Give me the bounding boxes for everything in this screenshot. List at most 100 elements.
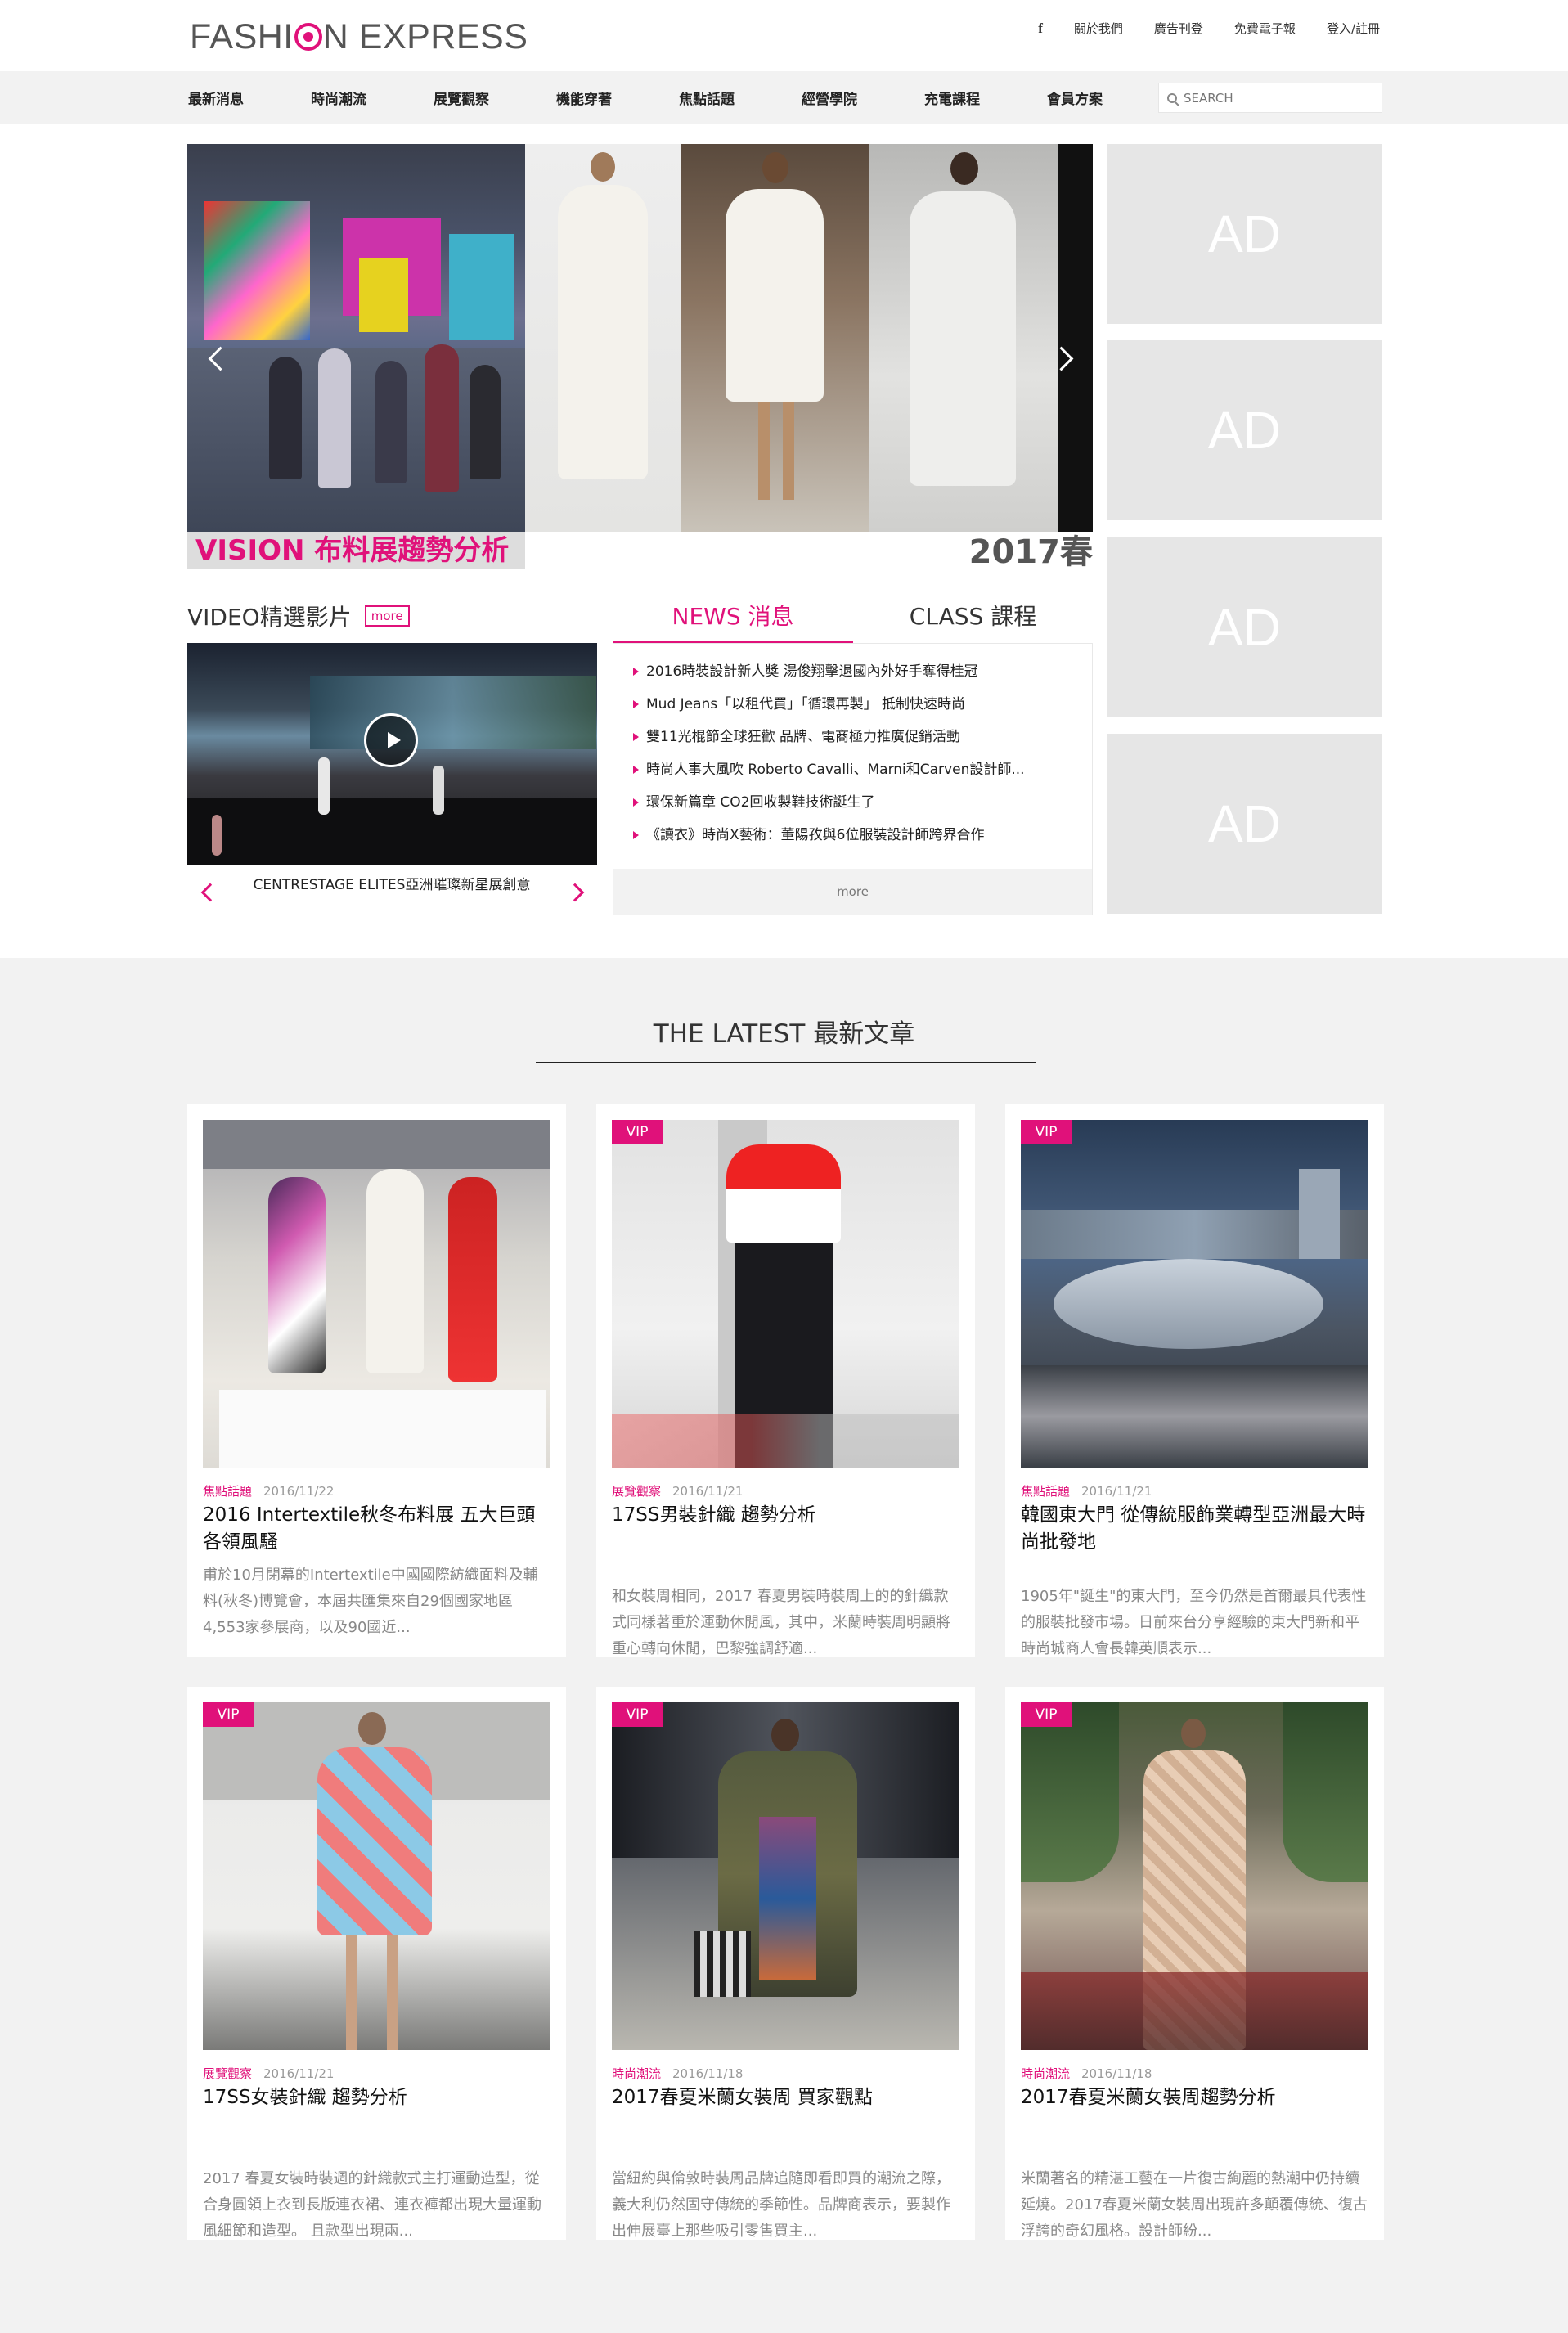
article-meta: 展覽觀察 2016/11/21: [612, 1482, 743, 1499]
article-card[interactable]: VIP 展覽觀察 2016/11/21 17SS女裝針織 趨勢分析 2017 春夏…: [187, 1687, 566, 2240]
ad-slot-2[interactable]: AD: [1107, 340, 1382, 520]
article-meta: 時尚潮流 2016/11/18: [1021, 2065, 1152, 2082]
video-next-arrow-icon[interactable]: [565, 883, 585, 902]
site-logo[interactable]: FASHI N EXPRESS: [190, 16, 528, 57]
news-item[interactable]: 雙11光棍節全球狂歡 品牌、電商極力推廣促銷活動: [633, 721, 1083, 753]
nav-item-functional-wear[interactable]: 機能穿著: [556, 88, 679, 108]
article-meta: 時尚潮流 2016/11/18: [612, 2065, 743, 2082]
advertise-link[interactable]: 廣告刊登: [1154, 20, 1203, 37]
article-date: 2016/11/22: [263, 1484, 335, 1499]
logo-text-start: FASHI: [190, 16, 294, 56]
news-item[interactable]: 《讀衣》時尚X藝術：董陽孜與6位服裝設計師跨界合作: [633, 819, 1083, 852]
tab-news[interactable]: NEWS 消息: [613, 597, 853, 643]
login-register-link[interactable]: 登入/註冊: [1327, 20, 1380, 37]
article-date: 2016/11/18: [672, 2066, 744, 2081]
news-item[interactable]: 時尚人事大風吹 Roberto Cavalli、Marni和Carven設計師.…: [633, 753, 1083, 786]
article-category[interactable]: 焦點話題: [203, 1484, 252, 1499]
article-thumbnail[interactable]: [203, 1120, 550, 1468]
news-item[interactable]: 環保新篇章 CO2回收製鞋技術誕生了: [633, 786, 1083, 819]
article-title[interactable]: 2016 Intertextile秋冬布料展 五大巨頭各領風騷: [203, 1502, 550, 1556]
video-backdrop: [310, 676, 596, 749]
banner-photo-look-1: [525, 144, 681, 532]
vip-badge: VIP: [203, 1702, 254, 1727]
banner-caption: VISION 布料展趨勢分析 2017春: [187, 532, 1093, 578]
video-caption[interactable]: CENTRESTAGE ELITES亞洲璀璨新星展創意: [236, 876, 547, 895]
news-more-link[interactable]: more: [613, 869, 1092, 915]
article-excerpt: 米蘭著名的精湛工藝在一片復古絢麗的熱潮中仍持續延燒。2017春夏米蘭女裝周出現許…: [1021, 2170, 1368, 2240]
hero-banner[interactable]: VISION 布料展趨勢分析 2017春: [187, 144, 1093, 578]
article-excerpt: 和女裝周相同，2017 春夏男裝時裝周上的的針織款式同樣著重於運動休閒風，其中，…: [612, 1588, 950, 1657]
article-card[interactable]: VIP 展覽觀察 2016/11/21 17SS男裝針織 趨勢分析 和女裝周相同，…: [596, 1104, 975, 1657]
article-category[interactable]: 時尚潮流: [1021, 2066, 1070, 2081]
facebook-icon[interactable]: f: [1038, 20, 1043, 37]
article-thumbnail[interactable]: VIP: [612, 1702, 959, 2050]
video-caption-bar: CENTRESTAGE ELITES亞洲璀璨新星展創意: [187, 865, 597, 922]
article-card[interactable]: 焦點話題 2016/11/22 2016 Intertextile秋冬布料展 五大…: [187, 1104, 566, 1657]
about-link[interactable]: 關於我們: [1074, 20, 1123, 37]
search-icon: [1167, 92, 1177, 103]
top-header: FASHI N EXPRESS f 關於我們 廣告刊登 免費電子報 登入/註冊: [0, 0, 1568, 71]
vip-badge: VIP: [1021, 1120, 1072, 1144]
article-card[interactable]: VIP 焦點話題 2016/11/21 韓國東大門 從傳統服飾業轉型亞洲最大時尚批…: [1005, 1104, 1384, 1657]
ad-slot-4[interactable]: AD: [1107, 734, 1382, 914]
article-category[interactable]: 展覽觀察: [612, 1484, 661, 1499]
vip-badge: VIP: [612, 1702, 663, 1727]
article-thumbnail[interactable]: VIP: [1021, 1120, 1368, 1468]
top-links: f 關於我們 廣告刊登 免費電子報 登入/註冊: [1038, 20, 1380, 37]
article-title[interactable]: 17SS男裝針織 趨勢分析: [612, 1502, 959, 1529]
article-meta: 焦點話題 2016/11/22: [203, 1482, 334, 1499]
article-excerpt: 1905年"誕生"的東大門，至今仍然是首爾最具代表性的服裝批發市場。日前來台分享…: [1021, 1588, 1367, 1657]
video-more-link[interactable]: more: [364, 605, 410, 627]
article-excerpt: 當紐約與倫敦時裝周品牌追隨即看即買的潮流之際，義大利仍然固守傳統的季節性。品牌商…: [612, 2170, 950, 2240]
video-player[interactable]: [187, 643, 597, 865]
article-title[interactable]: 17SS女裝針織 趨勢分析: [203, 2084, 550, 2111]
article-category[interactable]: 焦點話題: [1021, 1484, 1070, 1499]
article-title[interactable]: 韓國東大門 從傳統服飾業轉型亞洲最大時尚批發地: [1021, 1502, 1368, 1556]
news-class-tabs: NEWS 消息 CLASS 課程: [613, 597, 1093, 643]
vip-badge: VIP: [612, 1120, 663, 1144]
play-button-icon[interactable]: [364, 713, 418, 767]
news-item[interactable]: 2016時裝設計新人獎 湯俊翔擊退國內外好手奪得桂冠: [633, 655, 1083, 688]
nav-item-business-academy[interactable]: 經營學院: [802, 88, 924, 108]
article-title[interactable]: 2017春夏米蘭女裝周 買家觀點: [612, 2084, 959, 2111]
article-card[interactable]: VIP 時尚潮流 2016/11/18 2017春夏米蘭女裝周 買家觀點 當紐約與…: [596, 1687, 975, 2240]
article-category[interactable]: 展覽觀察: [203, 2066, 252, 2081]
latest-title-underline: [536, 1062, 1036, 1063]
article-title[interactable]: 2017春夏米蘭女裝周趨勢分析: [1021, 2084, 1368, 2111]
news-list-box: 2016時裝設計新人獎 湯俊翔擊退國內外好手奪得桂冠 Mud Jeans「以租代…: [613, 643, 1093, 915]
ad-slot-3[interactable]: AD: [1107, 537, 1382, 717]
banner-caption-left: VISION 布料展趨勢分析: [187, 532, 525, 569]
article-date: 2016/11/21: [672, 1484, 744, 1499]
article-date: 2016/11/21: [1081, 1484, 1152, 1499]
latest-section-title: THE LATEST 最新文章: [653, 1019, 915, 1049]
newsletter-link[interactable]: 免費電子報: [1234, 20, 1296, 37]
nav-item-exhibitions[interactable]: 展覽觀察: [434, 88, 556, 108]
main-nav: 最新消息 時尚潮流 展覽觀察 機能穿著 焦點話題 經營學院 充電課程 會員方案: [0, 71, 1568, 124]
article-thumbnail[interactable]: VIP: [203, 1702, 550, 2050]
article-card[interactable]: VIP 時尚潮流 2016/11/18 2017春夏米蘭女裝周趨勢分析 米蘭著名的…: [1005, 1687, 1384, 2240]
video-title-text: VIDEO精選影片: [187, 604, 352, 631]
banner-photo-look-2: [681, 144, 869, 532]
article-meta: 展覽觀察 2016/11/21: [203, 2065, 334, 2082]
article-date: 2016/11/21: [263, 2066, 335, 2081]
ad-slot-1[interactable]: AD: [1107, 144, 1382, 324]
article-category[interactable]: 時尚潮流: [612, 2066, 661, 2081]
article-thumbnail[interactable]: VIP: [612, 1120, 959, 1468]
tab-class[interactable]: CLASS 課程: [853, 597, 1093, 643]
logo-text-end: N EXPRESS: [322, 16, 528, 56]
nav-item-focus-topics[interactable]: 焦點話題: [679, 88, 802, 108]
banner-caption-right: 2017春: [968, 533, 1093, 571]
nav-item-membership[interactable]: 會員方案: [1047, 88, 1170, 108]
search-input[interactable]: [1182, 89, 1373, 106]
nav-item-latest-news[interactable]: 最新消息: [188, 88, 311, 108]
article-date: 2016/11/18: [1081, 2066, 1152, 2081]
banner-photo-look-3: [869, 144, 1058, 532]
search-box[interactable]: [1158, 83, 1382, 113]
nav-item-fashion-trends[interactable]: 時尚潮流: [311, 88, 434, 108]
news-item[interactable]: Mud Jeans「以租代買」「循環再製」 抵制快速時尚: [633, 688, 1083, 721]
article-thumbnail[interactable]: VIP: [1021, 1702, 1368, 2050]
video-section-title: VIDEO精選影片 more: [187, 600, 410, 632]
video-prev-arrow-icon[interactable]: [200, 883, 220, 902]
nav-item-courses[interactable]: 充電課程: [924, 88, 1047, 108]
vip-badge: VIP: [1021, 1702, 1072, 1727]
